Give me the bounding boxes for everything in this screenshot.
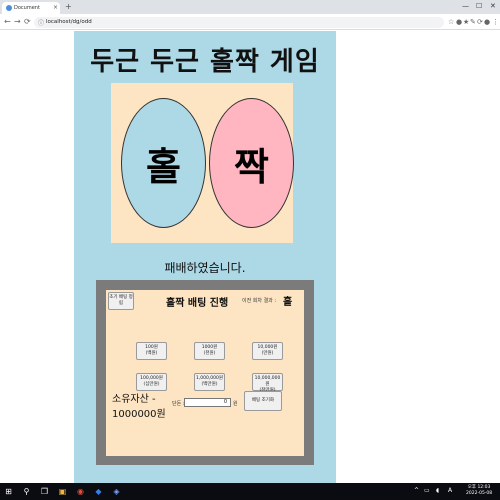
clock[interactable]: 오후 12:03 2022-05-08 bbox=[466, 485, 492, 497]
bet-amount-sublabel: (만원) bbox=[261, 351, 274, 356]
assets-label: 소유자산 - bbox=[112, 394, 156, 405]
result-message: 패배하였습니다. bbox=[164, 261, 246, 275]
vscode-icon[interactable]: ◆ bbox=[92, 485, 105, 498]
chrome-icon[interactable]: ◉ bbox=[74, 485, 87, 498]
game-container: 두근 두근 홀짝 게임 홀 짝 패배하였습니다. 초기 배팅 정립 홀짝 배팅 … bbox=[74, 31, 336, 483]
menu-icon[interactable]: ⋮ bbox=[492, 17, 499, 27]
bet-1000-button[interactable]: 1000원 (천원) bbox=[194, 342, 225, 360]
odd-label: 홀 bbox=[146, 144, 181, 189]
taskbar: ⊞ ⚲ ❐ ▣ ◉ ◆ ◈ ^ ▭ ◖ A 오후 12:03 2022-05-0… bbox=[0, 483, 500, 500]
back-button[interactable]: ← bbox=[4, 17, 11, 27]
start-icon[interactable]: ⊞ bbox=[2, 485, 15, 498]
reset-bet-button[interactable]: 초기 배팅 정립 bbox=[108, 292, 134, 310]
site-info-icon[interactable]: ⓘ bbox=[38, 18, 44, 27]
browser-tab-bar: Document × + — ☐ ✕ bbox=[0, 0, 500, 14]
won-label: 원 bbox=[233, 401, 238, 407]
bet-100000-button[interactable]: 100,000원 (십만원) bbox=[136, 373, 167, 391]
ime-icon[interactable]: A bbox=[448, 487, 452, 494]
betting-frame: 초기 배팅 정립 홀짝 배팅 진행 이전 회차 결과 : 홀 100원 (백원)… bbox=[96, 280, 314, 465]
bet-amount-sublabel: (백만원) bbox=[201, 382, 218, 387]
clock-date: 2022-05-08 bbox=[466, 491, 493, 496]
close-window-button[interactable]: ✕ bbox=[490, 1, 496, 11]
bet-amount-sublabel: (십만원) bbox=[143, 382, 160, 387]
last-result-value: 홀 bbox=[283, 297, 293, 308]
task-view-icon[interactable]: ❐ bbox=[38, 485, 51, 498]
assets-value: 1000000원 bbox=[112, 409, 166, 420]
tab-title: Document bbox=[14, 5, 40, 11]
network-icon[interactable]: ▭ bbox=[424, 487, 430, 494]
extension-icon[interactable]: ● bbox=[456, 17, 462, 27]
odd-choice-button[interactable]: 홀 bbox=[121, 98, 206, 228]
even-choice-button[interactable]: 짝 bbox=[209, 98, 294, 228]
sync-icon[interactable]: ⟳ bbox=[477, 17, 483, 27]
favorites-icon[interactable]: ★ bbox=[463, 17, 469, 27]
maximize-button[interactable]: ☐ bbox=[476, 1, 482, 11]
address-bar[interactable]: ⓘ localhost/dg/odd bbox=[34, 17, 444, 28]
edit-icon[interactable]: ✎ bbox=[470, 17, 476, 27]
bookmark-star-icon[interactable]: ☆ bbox=[448, 17, 454, 27]
bet-amount-input[interactable]: 0 bbox=[184, 398, 231, 407]
reload-button[interactable]: ⟳ bbox=[24, 17, 31, 27]
browser-toolbar: ← → ⟳ ⓘ localhost/dg/odd ☆ ● ★ ✎ ⟳ ● ⋮ bbox=[0, 14, 500, 30]
search-icon[interactable]: ⚲ bbox=[20, 485, 33, 498]
bet-confirm-button[interactable]: 배팅 조기화 bbox=[244, 391, 282, 411]
bet-10000-button[interactable]: 10,000원 (만원) bbox=[252, 342, 283, 360]
app-icon[interactable]: ◈ bbox=[110, 485, 123, 498]
browser-tab[interactable]: Document × bbox=[2, 2, 60, 14]
choice-area: 홀 짝 bbox=[111, 83, 294, 243]
url-text[interactable]: localhost/dg/odd bbox=[46, 19, 92, 25]
favicon-icon bbox=[6, 5, 12, 11]
bet-100-button[interactable]: 100원 (백원) bbox=[136, 342, 167, 360]
last-result-label: 이전 회차 결과 : bbox=[242, 298, 277, 304]
reset-bet-label: 초기 배팅 정립 bbox=[109, 295, 133, 306]
bet-10000000-button[interactable]: 10,000,000원 (천만원) bbox=[252, 373, 283, 393]
page-viewport: 두근 두근 홀짝 게임 홀 짝 패배하였습니다. 초기 배팅 정립 홀짝 배팅 … bbox=[0, 31, 500, 483]
bet-amount-sublabel: (백원) bbox=[145, 351, 158, 356]
even-label: 짝 bbox=[234, 144, 269, 189]
new-tab-button[interactable]: + bbox=[65, 2, 72, 12]
betting-title: 홀짝 배팅 진행 bbox=[166, 298, 229, 309]
bet-confirm-label: 배팅 조기화 bbox=[251, 398, 275, 403]
bet-unit-label: 단돈 : bbox=[172, 401, 185, 407]
page-title: 두근 두근 홀짝 게임 bbox=[90, 47, 320, 77]
tab-close-icon[interactable]: × bbox=[53, 4, 58, 11]
profile-icon[interactable]: ● bbox=[484, 17, 490, 27]
file-explorer-icon[interactable]: ▣ bbox=[56, 485, 69, 498]
volume-icon[interactable]: ◖ bbox=[436, 487, 439, 494]
bet-1000000-button[interactable]: 1,000,000원 (백만원) bbox=[194, 373, 225, 391]
minimize-button[interactable]: — bbox=[462, 1, 469, 11]
betting-panel: 초기 배팅 정립 홀짝 배팅 진행 이전 회차 결과 : 홀 100원 (백원)… bbox=[106, 290, 304, 456]
bet-amount-label: 10,000,000원 bbox=[254, 376, 281, 387]
bet-amount-sublabel: (천원) bbox=[203, 351, 216, 356]
forward-button[interactable]: → bbox=[14, 17, 21, 27]
tray-arrow-icon[interactable]: ^ bbox=[414, 487, 419, 494]
